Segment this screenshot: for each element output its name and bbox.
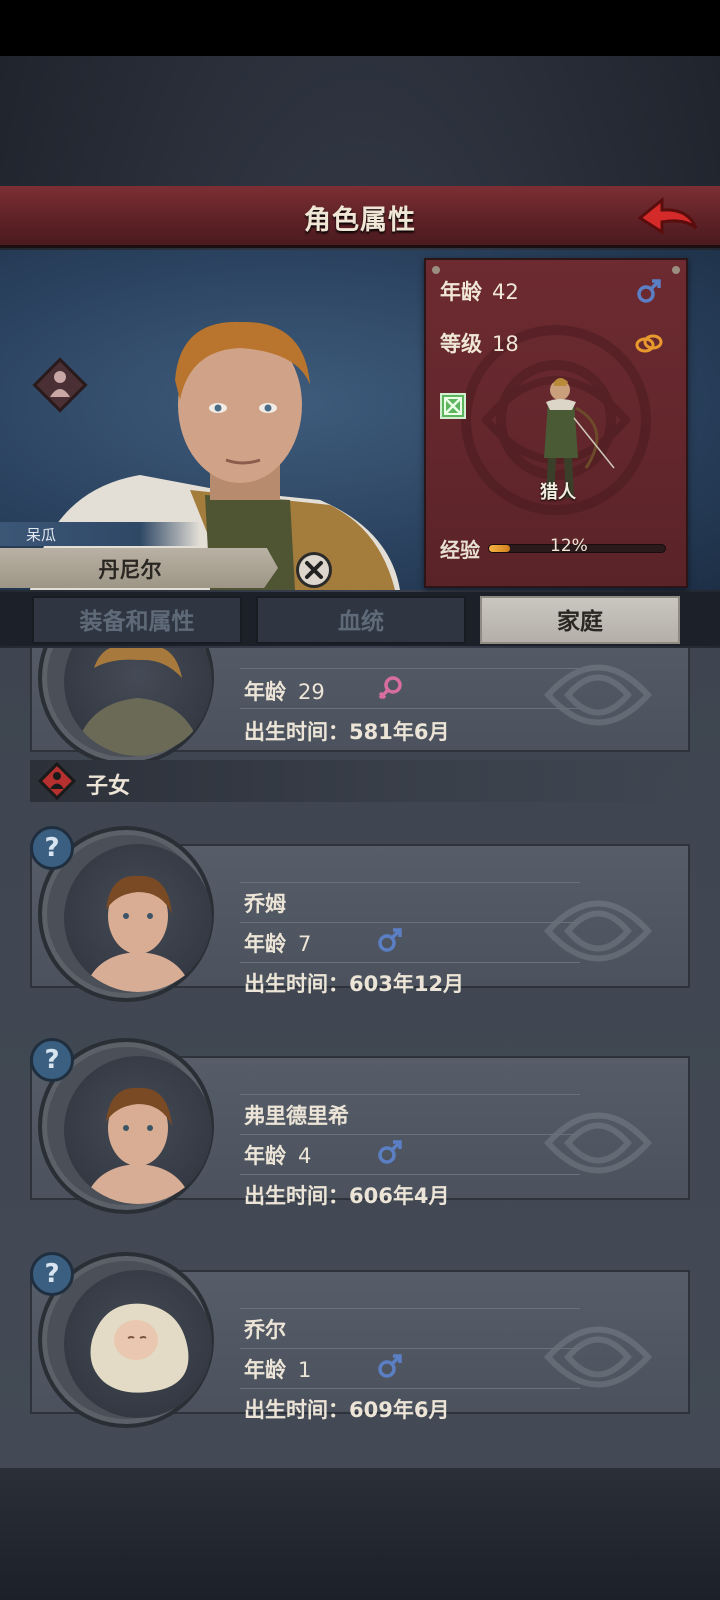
birth-value: 609年6月	[349, 1398, 450, 1422]
job-badge-icon[interactable]	[440, 393, 466, 419]
knot-decoration	[543, 1326, 653, 1388]
divider	[240, 1134, 580, 1135]
child-card[interactable]: ? 弗里德里希 年龄 4 出生时间：606年4月	[30, 1038, 690, 1214]
help-badge[interactable]: ?	[30, 1252, 74, 1296]
help-badge[interactable]: ?	[30, 1038, 74, 1082]
child-portrait	[64, 1056, 212, 1204]
child-age-row: 年龄 4	[244, 1140, 311, 1170]
male-icon	[378, 1140, 402, 1164]
divider	[240, 1094, 580, 1095]
age-value: 1	[298, 1358, 312, 1382]
child-name: 弗里德里希	[244, 1104, 349, 1128]
age-row: 年龄 42	[440, 276, 519, 306]
divider	[240, 708, 580, 709]
divider	[240, 1174, 580, 1175]
female-icon	[378, 676, 402, 700]
child-birth-row: 出生时间：606年4月	[244, 1180, 449, 1210]
back-arrow-icon	[637, 196, 698, 235]
wedding-rings-icon[interactable]	[634, 328, 664, 358]
age-label: 年龄	[440, 280, 482, 304]
age-label: 年龄	[244, 932, 286, 956]
male-icon	[378, 1354, 402, 1378]
age-value: 29	[298, 680, 325, 704]
birth-label: 出生时间：	[244, 720, 349, 744]
age-value: 7	[298, 932, 312, 956]
knot-decoration	[543, 1112, 653, 1174]
birth-label: 出生时间：	[244, 1398, 349, 1422]
divider	[240, 882, 580, 883]
age-label: 年龄	[244, 1358, 286, 1382]
exp-label: 经验	[440, 538, 480, 562]
character-nickname: 呆瓜	[26, 526, 57, 544]
children-icon	[38, 762, 76, 800]
child-card[interactable]: ? 乔尔 年龄 1 出生时间：609年6月	[30, 1252, 690, 1428]
job-name: 猎人	[540, 482, 576, 503]
spouse-card[interactable]: 年龄 29 出生时间：581年6月	[30, 648, 690, 766]
family-list[interactable]: 年龄 29 出生时间：581年6月 子女 ? 乔姆 年龄 7 出生时间：603年…	[0, 648, 720, 1468]
rivet	[432, 266, 440, 274]
remove-button[interactable]	[296, 552, 332, 588]
tab-bloodline[interactable]: 血统	[256, 596, 466, 644]
baby-portrait	[64, 1270, 212, 1418]
male-icon	[637, 279, 661, 303]
stats-panel: 年龄 42 等级 18 猎人 经验 12%	[424, 258, 688, 588]
title-bar: 角色属性	[0, 186, 720, 248]
exp-percent: 12%	[550, 536, 588, 556]
spouse-age-row: 年龄 29	[244, 676, 325, 706]
tab-equipment[interactable]: 装备和属性	[32, 596, 242, 644]
child-name: 乔尔	[244, 1318, 286, 1342]
divider	[240, 1308, 580, 1309]
child-age-row: 年龄 7	[244, 928, 311, 958]
tab-family[interactable]: 家庭	[480, 596, 680, 644]
children-label: 子女	[86, 774, 131, 799]
level-row: 等级 18	[440, 328, 519, 358]
child-name: 乔姆	[244, 892, 286, 916]
child-birth-row: 出生时间：603年12月	[244, 968, 464, 998]
child-card[interactable]: ? 乔姆 年龄 7 出生时间：603年12月	[30, 826, 690, 1002]
knot-decoration	[543, 664, 653, 726]
divider	[240, 1388, 580, 1389]
character-name[interactable]: 丹尼尔	[0, 554, 260, 584]
divider	[240, 962, 580, 963]
level-label: 等级	[440, 332, 482, 356]
birth-label: 出生时间：	[244, 1184, 349, 1208]
level-value: 18	[492, 332, 519, 356]
divider	[240, 1348, 580, 1349]
birth-label: 出生时间：	[244, 972, 349, 996]
male-icon	[378, 928, 402, 952]
birth-value: 581年6月	[349, 720, 450, 744]
children-section: 子女	[30, 760, 690, 802]
help-badge[interactable]: ?	[30, 826, 74, 870]
rivet	[672, 266, 680, 274]
child-portrait	[64, 844, 212, 992]
game-screen: 角色属性 呆瓜 丹尼尔 年龄 42 等级 18 猎人 经验 12% 装备和属性 …	[0, 0, 720, 1600]
child-age-row: 年龄 1	[244, 1354, 311, 1384]
birth-value: 603年12月	[349, 972, 465, 996]
divider	[240, 668, 580, 669]
birth-value: 606年4月	[349, 1184, 450, 1208]
age-value: 42	[492, 280, 519, 304]
age-label: 年龄	[244, 1144, 286, 1168]
back-button[interactable]	[636, 194, 702, 238]
age-label: 年龄	[244, 680, 286, 704]
exp-bar-fill	[489, 545, 511, 552]
age-value: 4	[298, 1144, 312, 1168]
bottom-area	[0, 1468, 720, 1600]
knot-decoration	[543, 900, 653, 962]
child-birth-row: 出生时间：609年6月	[244, 1394, 449, 1424]
status-bar	[0, 0, 720, 56]
tab-bar: 装备和属性 血统 家庭	[0, 592, 720, 646]
spouse-birth-row: 出生时间：581年6月	[244, 716, 449, 746]
page-title: 角色属性	[304, 205, 416, 236]
close-icon	[305, 561, 323, 579]
divider	[240, 922, 580, 923]
